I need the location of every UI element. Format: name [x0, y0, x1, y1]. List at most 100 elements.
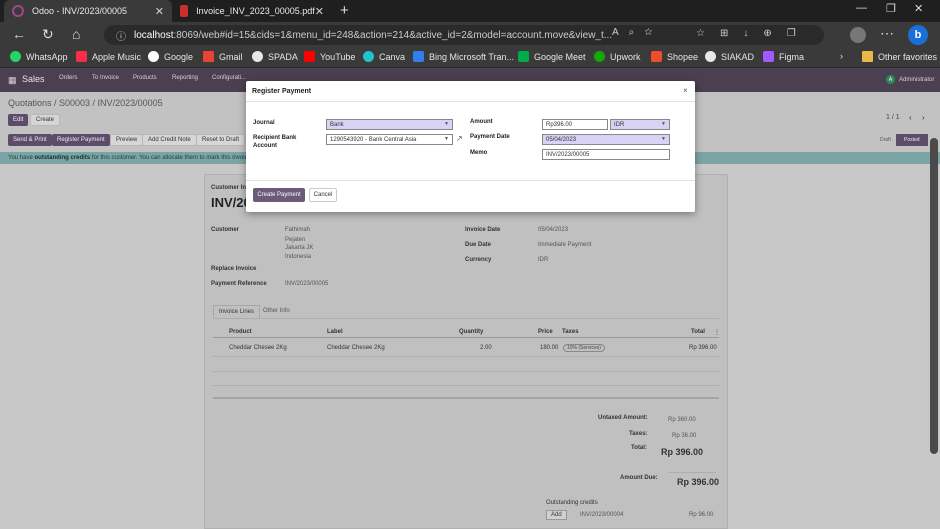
- pager-prev-icon[interactable]: ‹: [909, 113, 912, 122]
- register-payment-button[interactable]: Register Payment: [52, 134, 110, 146]
- url-host: localhost: [134, 29, 174, 41]
- user-menu[interactable]: A Administrator: [886, 75, 934, 84]
- close-window-icon[interactable]: ✕: [914, 2, 923, 15]
- amount-input[interactable]: Rp396.00: [542, 119, 608, 130]
- dialog-header: Register Payment ×: [246, 81, 695, 102]
- pager-next-icon[interactable]: ›: [922, 113, 925, 122]
- menu-reporting[interactable]: Reporting: [172, 75, 198, 81]
- payment-date-label: Payment Date: [470, 134, 510, 140]
- bookmark-youtube[interactable]: YouTube: [304, 51, 355, 62]
- column-taxes[interactable]: Taxes: [562, 329, 579, 335]
- browser-tab-pdf[interactable]: Invoice_INV_2023_00005.pdf ✕: [172, 0, 332, 22]
- close-icon[interactable]: ×: [683, 86, 688, 95]
- bookmark-siakad[interactable]: SIAKAD: [705, 51, 754, 62]
- bookmark-whatsapp[interactable]: WhatsApp: [10, 51, 68, 62]
- recipient-bank-select[interactable]: 1290543920 - Bank Central Asia ▼: [326, 134, 453, 145]
- add-credit-note-button[interactable]: Add Credit Note: [142, 134, 197, 146]
- reload-icon[interactable]: ↻: [42, 26, 54, 43]
- reset-to-draft-button[interactable]: Reset to Draft: [196, 134, 246, 146]
- page-scrollbar[interactable]: [930, 138, 938, 454]
- close-tab-icon[interactable]: ✕: [155, 5, 164, 18]
- customer-country: Indonesia: [285, 254, 312, 260]
- currency-label: Currency: [465, 257, 492, 263]
- app-name[interactable]: Sales: [22, 74, 45, 84]
- close-tab-icon[interactable]: ✕: [315, 5, 324, 18]
- back-icon[interactable]: ←: [12, 26, 26, 42]
- new-tab-icon[interactable]: +: [340, 2, 349, 19]
- column-settings-icon[interactable]: ⋮: [714, 329, 720, 336]
- column-product[interactable]: Product: [229, 329, 252, 335]
- bookmark-apple-music[interactable]: Apple Music: [76, 51, 141, 62]
- row-divider: [213, 371, 719, 372]
- column-label[interactable]: Label: [327, 329, 343, 335]
- invoice-date-value: 05/04/2023: [538, 227, 569, 233]
- add-outstanding-button[interactable]: Add: [546, 510, 567, 520]
- toolbar-icons[interactable]: ☆⊞↓⊕❐: [696, 28, 811, 39]
- create-button[interactable]: Create: [30, 114, 61, 126]
- bookmarks-bar: WhatsApp Apple Music Google Gmail SPADA …: [0, 48, 940, 68]
- amount-label: Amount: [470, 119, 493, 125]
- tab-invoice-lines[interactable]: Invoice Lines: [213, 305, 261, 318]
- bookmark-other-favorites[interactable]: Other favorites: [862, 51, 937, 62]
- preview-button[interactable]: Preview: [110, 134, 144, 146]
- apple-music-icon: [76, 51, 87, 62]
- bookmark-bing-translator[interactable]: Bing Microsoft Tran...: [413, 51, 514, 62]
- menu-to-invoice[interactable]: To Invoice: [92, 75, 119, 81]
- tab-other-info[interactable]: Other Info: [263, 308, 290, 314]
- bookmark-google-meet[interactable]: Google Meet: [518, 51, 586, 62]
- create-payment-button[interactable]: Create Payment: [253, 188, 305, 202]
- table-header-divider: [213, 337, 719, 338]
- total-label: Total:: [631, 445, 647, 451]
- customer-name[interactable]: Fathimah: [285, 227, 310, 233]
- column-price[interactable]: Price: [538, 329, 553, 335]
- currency-select[interactable]: IDR ▼: [610, 119, 670, 130]
- bookmark-canva[interactable]: Canva: [363, 51, 405, 62]
- bookmark-gmail[interactable]: Gmail: [203, 51, 243, 62]
- google-icon: [148, 51, 159, 62]
- outstanding-amount: Rp 96.00: [689, 512, 714, 518]
- register-payment-dialog: Register Payment × Journal Bank ▼ Recipi…: [246, 81, 695, 212]
- payment-date-input[interactable]: 05/04/2023 ▼: [542, 134, 670, 145]
- invoice-sheet: Customer In INV/202 Customer Fathimah Pe…: [204, 174, 728, 529]
- meet-icon: [518, 51, 529, 62]
- tab-title: Invoice_INV_2023_00005.pdf: [196, 6, 315, 16]
- more-icon[interactable]: ⋯: [880, 25, 894, 42]
- bookmark-shopee[interactable]: Shopee: [651, 51, 698, 62]
- column-quantity[interactable]: Quantity: [459, 329, 483, 335]
- menu-products[interactable]: Products: [133, 75, 157, 81]
- external-link-icon[interactable]: ↗: [456, 134, 463, 143]
- read-aloud-icon[interactable]: A⌕☆: [612, 27, 662, 38]
- bookmark-google[interactable]: Google: [148, 51, 193, 62]
- menu-configuration[interactable]: Configurati...: [212, 75, 246, 81]
- browser-tab-odoo[interactable]: Odoo - INV/2023/00005 ✕: [4, 0, 172, 22]
- pdf-favicon-icon: [180, 5, 189, 17]
- status-posted: Posted: [896, 134, 928, 146]
- table-footer-divider: [213, 397, 719, 399]
- cancel-button[interactable]: Cancel: [309, 188, 337, 202]
- bookmarks-overflow-icon[interactable]: ›: [840, 51, 843, 61]
- send-print-button[interactable]: Send & Print: [8, 134, 52, 146]
- bookmark-upwork[interactable]: Upwork: [594, 51, 641, 62]
- column-total[interactable]: Total: [691, 329, 705, 335]
- customer-label: Customer: [211, 227, 240, 233]
- journal-select[interactable]: Bank ▼: [326, 119, 453, 130]
- minimize-icon[interactable]: —: [856, 2, 867, 14]
- figma-icon: [763, 51, 774, 62]
- pager: 1 / 1: [886, 114, 900, 121]
- home-icon[interactable]: ⌂: [72, 26, 80, 42]
- bookmark-figma[interactable]: Figma: [763, 51, 804, 62]
- edit-button[interactable]: Edit: [8, 114, 29, 126]
- app-menu-icon[interactable]: ▦: [8, 75, 17, 86]
- total-value: Rp 396.00: [661, 447, 704, 457]
- canva-icon: [363, 51, 374, 62]
- profile-avatar[interactable]: [850, 27, 866, 43]
- dialog-title: Register Payment: [252, 88, 312, 95]
- bookmark-spada[interactable]: SPADA: [252, 51, 298, 62]
- url-path: :8069/web#id=15&cids=1&menu_id=248&actio…: [173, 29, 613, 41]
- bing-icon[interactable]: b: [908, 25, 928, 45]
- status-draft[interactable]: Draft: [872, 134, 899, 146]
- restore-icon[interactable]: ❐: [886, 2, 896, 15]
- memo-input[interactable]: INV/2023/00005: [542, 149, 670, 160]
- menu-orders[interactable]: Orders: [59, 75, 77, 81]
- breadcrumb[interactable]: Quotations / S00003 / INV/2023/00005: [8, 98, 163, 108]
